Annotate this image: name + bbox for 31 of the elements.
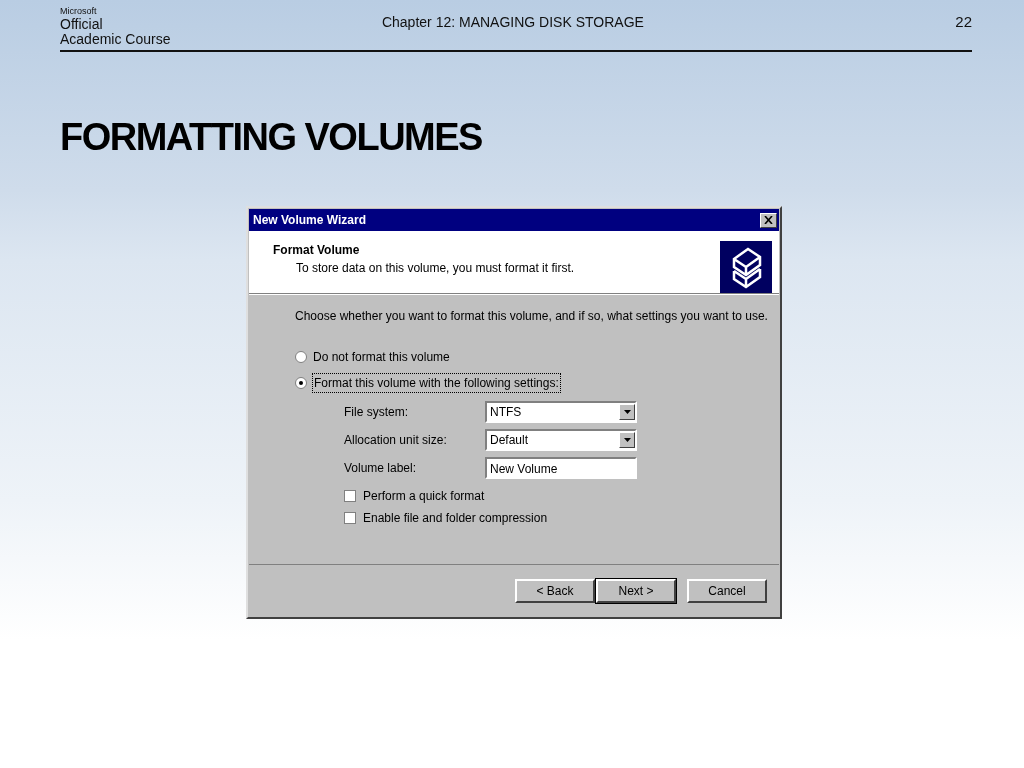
page-number: 22: [955, 11, 972, 32]
page-heading: Format Volume: [273, 242, 361, 259]
field-label: Volume label:: [344, 460, 418, 477]
wizard-button[interactable]: Next >: [596, 578, 676, 603]
radio-button[interactable]: [295, 377, 307, 389]
close-icon: [764, 216, 773, 224]
wizard-button[interactable]: Cancel: [687, 578, 767, 603]
dropdown[interactable]: Default: [485, 429, 637, 451]
checkbox-label[interactable]: Enable file and folder compression: [363, 509, 548, 527]
chapter-title: Chapter 12: MANAGING DISK STORAGE: [380, 12, 645, 32]
caret-icon: [623, 438, 631, 442]
dropdown-arrow-button[interactable]: [619, 404, 635, 420]
field-label: Allocation unit size:: [344, 432, 448, 449]
dropdown-arrow-button[interactable]: [619, 432, 635, 448]
caret-icon: [623, 410, 631, 414]
window-title: New Volume Wizard: [253, 212, 367, 229]
checkbox[interactable]: [344, 490, 356, 502]
option-label[interactable]: Format this volume with the following settings:: [313, 374, 560, 392]
page-subtitle: To store data on this volume, you must format it first.: [295, 260, 575, 277]
input-field[interactable]: New Volume: [485, 457, 637, 479]
instruction-text: Choose whether you want to format this volume, and if so, what settings you want to use.: [295, 308, 769, 325]
field-label: File system:: [344, 404, 409, 421]
slide-title: FORMATTING VOLUMES: [60, 118, 483, 156]
close-button[interactable]: [760, 212, 777, 228]
course-logo: Microsoft Official Academic Course: [60, 4, 171, 47]
radio-button[interactable]: [295, 351, 307, 363]
wizard-button[interactable]: < Back: [515, 578, 595, 603]
option-label[interactable]: Do not format this volume: [313, 348, 450, 366]
dropdown[interactable]: NTFS: [485, 401, 637, 423]
checkbox[interactable]: [344, 512, 356, 524]
checkbox-label[interactable]: Perform a quick format: [363, 487, 485, 505]
